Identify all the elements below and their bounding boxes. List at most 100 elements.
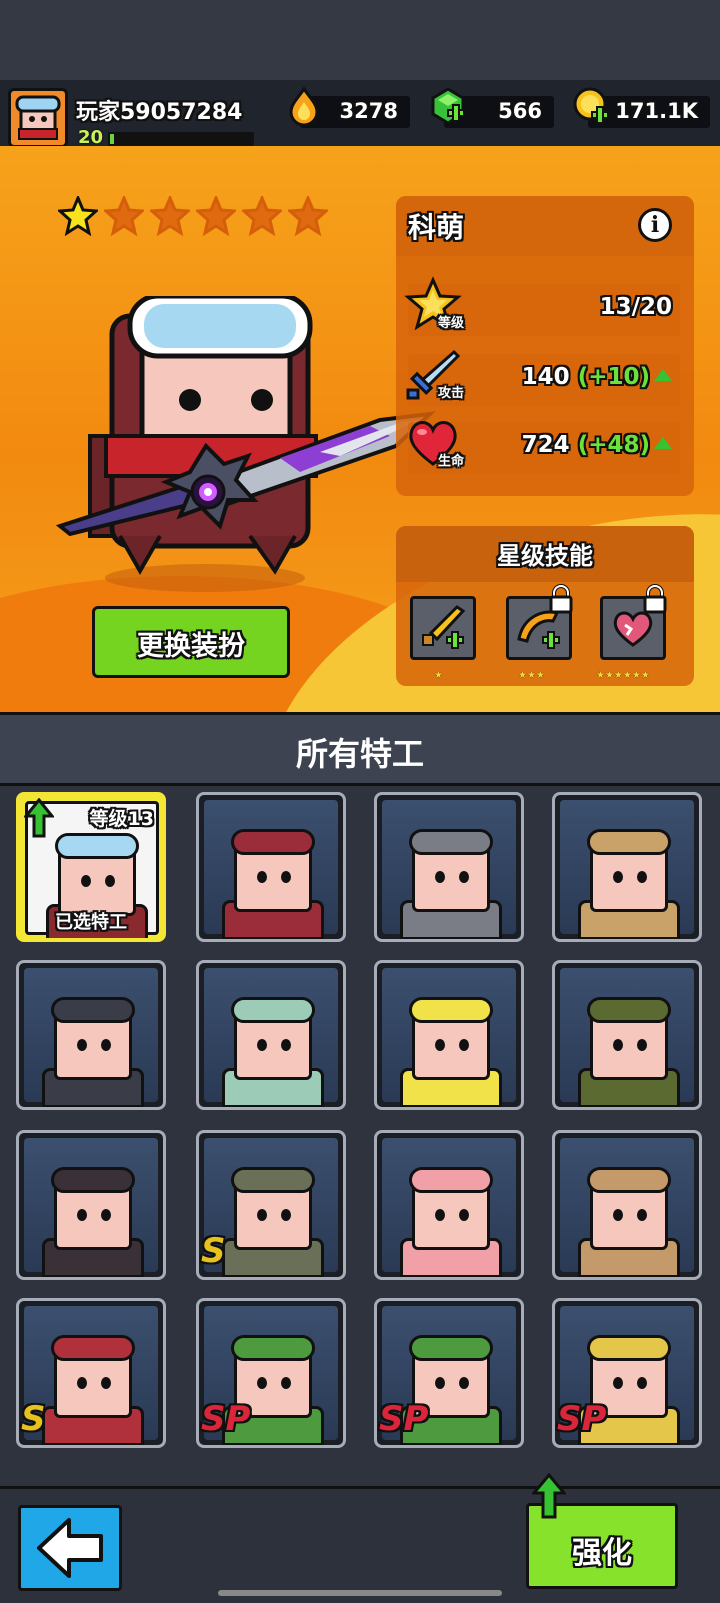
- agent-hair: [587, 1335, 671, 1361]
- agent-hair: [51, 997, 135, 1023]
- stat-attack-value: 140 (+10): [522, 364, 672, 390]
- agent-eye: [613, 1209, 623, 1221]
- agent-card-agent-spongebob[interactable]: [374, 960, 524, 1110]
- agent-face: [51, 1167, 135, 1250]
- hero-section: 科萌 i 等级 13/20 攻击 140 (+10) 生命 724 (+48) …: [0, 146, 720, 712]
- currency-coin-value: 171.1K: [615, 99, 698, 123]
- agent-eye: [101, 1377, 111, 1389]
- rarity-badge-sp: SP: [557, 1399, 607, 1439]
- back-arrow-icon: [37, 1518, 103, 1578]
- agent-card-agent-sandy[interactable]: [552, 1130, 702, 1280]
- agent-card-agent-bearded-soldier[interactable]: [552, 960, 702, 1110]
- agent-eye: [613, 871, 623, 883]
- agent-face: [231, 1167, 315, 1250]
- gold-coin-icon: [573, 87, 609, 124]
- stat-health-value: 724 (+48): [522, 432, 672, 458]
- bottom-bar: 强化: [0, 1473, 720, 1603]
- agent-face: [51, 1335, 135, 1418]
- agent-card-agent-panda[interactable]: S: [196, 1130, 346, 1280]
- star-skills-panel: 星级技能 ★ ★★★ ★★★★★★: [396, 526, 694, 686]
- agent-eye: [281, 1209, 291, 1221]
- agent-card-agent-pink-hair[interactable]: [16, 1130, 166, 1280]
- avatar-icon: [15, 95, 61, 140]
- stat-health-label: 生命: [438, 454, 465, 469]
- agent-eye: [459, 1039, 469, 1051]
- star-empty-icon: [150, 196, 190, 236]
- star-empty-icon: [196, 196, 236, 236]
- star-skills-header: 星级技能: [396, 526, 694, 582]
- up-arrow-icon: [654, 368, 672, 381]
- agent-portrait: [382, 800, 516, 939]
- agent-hair: [231, 829, 315, 855]
- agent-portrait: [560, 800, 694, 939]
- agent-portrait: [560, 1138, 694, 1277]
- agent-face: [587, 997, 671, 1080]
- agent-hair: [231, 997, 315, 1023]
- currency-fire-value: 3278: [339, 99, 398, 123]
- agent-portrait: [24, 1138, 158, 1277]
- agent-hair: [587, 1167, 671, 1193]
- player-avatar[interactable]: [8, 88, 68, 148]
- agent-face: [409, 829, 493, 912]
- star-empty-icon: [288, 196, 328, 236]
- agent-card-agent-squidward[interactable]: [196, 960, 346, 1110]
- agent-face: [587, 829, 671, 912]
- skill-slot-1[interactable]: [410, 596, 476, 660]
- currency-gem-value: 566: [498, 99, 542, 123]
- agent-card-agent-ginger-hair[interactable]: [16, 960, 166, 1110]
- agent-card-agent-red-hair-scarf[interactable]: [196, 792, 346, 942]
- star-skills-title: 星级技能: [497, 542, 593, 570]
- agent-eye: [435, 871, 445, 883]
- agent-card-agent-cat[interactable]: [374, 792, 524, 942]
- agent-eye: [81, 875, 91, 887]
- stat-level: 等级 13/20: [404, 276, 680, 336]
- status-bar: [0, 0, 720, 80]
- stat-attack: 攻击 140 (+10): [406, 349, 680, 406]
- agent-card-agent-leonardo[interactable]: SP: [196, 1298, 346, 1448]
- agent-hair: [51, 1167, 135, 1193]
- agent-card-agent-raphael[interactable]: SP: [374, 1298, 524, 1448]
- agent-hair: [409, 997, 493, 1023]
- agent-level-label: 等级13: [89, 808, 154, 830]
- change-outfit-button[interactable]: 更换装扮: [92, 606, 290, 678]
- agent-hair: [587, 829, 671, 855]
- agent-face: [409, 997, 493, 1080]
- info-icon[interactable]: i: [638, 208, 672, 242]
- up-arrow-icon: [24, 798, 54, 838]
- agent-face: [409, 1167, 493, 1250]
- agent-eye: [257, 1039, 267, 1051]
- agent-portrait: [204, 800, 338, 939]
- agent-eye: [77, 1377, 87, 1389]
- agent-card-agent-robot-hood[interactable]: [552, 792, 702, 942]
- lock-icon: [549, 584, 573, 614]
- agent-hair: [231, 1167, 315, 1193]
- agent-eye: [637, 1039, 647, 1051]
- all-agents-title: 所有特工: [295, 735, 424, 773]
- agent-eye: [435, 1209, 445, 1221]
- agent-portrait: [204, 968, 338, 1107]
- star-empty-icon: [242, 196, 282, 236]
- rarity-badge-s: S: [201, 1231, 226, 1271]
- star-filled-icon: [58, 196, 98, 236]
- agent-portrait: [24, 968, 158, 1107]
- agent-eye: [281, 871, 291, 883]
- agent-eye: [281, 1039, 291, 1051]
- agent-portrait: [382, 1138, 516, 1277]
- stat-level-label: 等级: [438, 316, 465, 331]
- agent-eye: [459, 871, 469, 883]
- agent-card-agent-april[interactable]: SP: [552, 1298, 702, 1448]
- agent-card-agent-red-hair-fighter[interactable]: S: [16, 1298, 166, 1448]
- back-button[interactable]: [18, 1505, 122, 1591]
- hero-name-header: 科萌 i: [396, 196, 694, 256]
- agent-card-agent-patrick[interactable]: [374, 1130, 524, 1280]
- green-gem-icon: [431, 87, 465, 125]
- agent-eye: [101, 1209, 111, 1221]
- hero-star-rating: [58, 196, 328, 236]
- agent-hair: [409, 829, 493, 855]
- player-level: 20: [78, 127, 104, 148]
- agent-card-agent-goggles[interactable]: 等级13 已选特工: [16, 792, 166, 942]
- agent-eye: [613, 1039, 623, 1051]
- agent-hair: [409, 1167, 493, 1193]
- hero-info-panel: 科萌 i 等级 13/20 攻击 140 (+10) 生命 724 (+48): [396, 196, 694, 496]
- rarity-badge-sp: SP: [379, 1399, 429, 1439]
